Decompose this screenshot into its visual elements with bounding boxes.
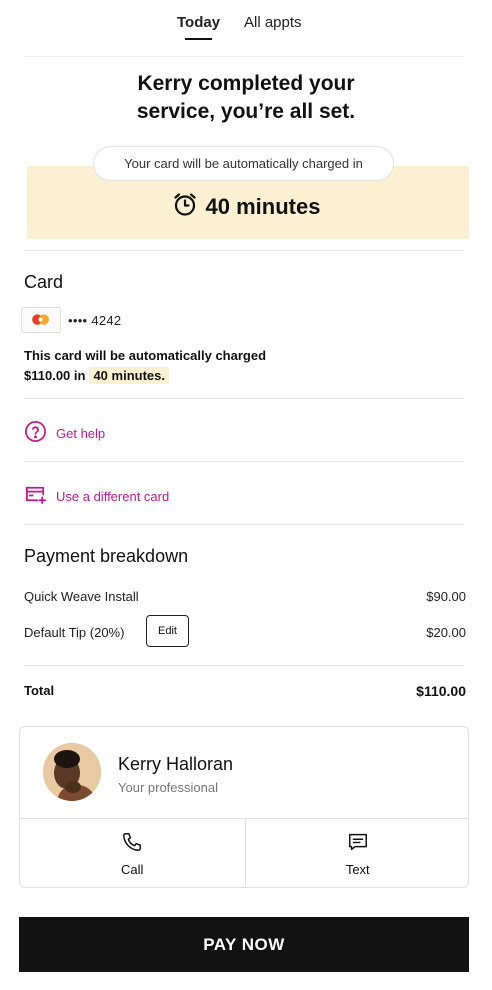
professional-actions: Call Text [20, 818, 469, 887]
call-label: Call [121, 862, 144, 877]
use-different-card-label: Use a different card [56, 488, 170, 504]
card-number: •••• 4242 [68, 313, 122, 328]
auto-charge-pill: Your card will be automatically charged … [93, 146, 394, 181]
edit-tip-button[interactable]: Edit [146, 615, 189, 647]
divider [24, 524, 464, 525]
pay-now-button[interactable]: PAY NOW [19, 917, 469, 972]
text-label: Text [345, 862, 370, 877]
top-tabs: Today All appts [0, 0, 492, 56]
text-button[interactable]: Text [244, 819, 469, 887]
message-icon [347, 831, 369, 856]
total-row: Total $110.00 [24, 681, 466, 701]
charge-note-amount: $110.00 in 40 minutes. [24, 366, 169, 386]
get-help-label: Get help [56, 425, 106, 441]
divider [24, 56, 464, 57]
professional-name: Kerry Halloran [118, 754, 234, 774]
divider [24, 461, 464, 462]
active-tab-indicator [185, 38, 212, 40]
avatar [43, 743, 101, 801]
tab-all-appts[interactable]: All appts [244, 14, 302, 31]
completion-headline: Kerry completed your service, you’re all… [0, 70, 492, 126]
alarm-clock-icon [172, 191, 198, 223]
line-item: Default Tip (20%) Edit $20.00 [24, 615, 466, 647]
line-item-label: Default Tip (20%) [24, 625, 125, 640]
charge-time-highlight: 40 minutes. [89, 367, 169, 384]
line-item-label: Quick Weave Install [24, 589, 139, 604]
total-label: Total [24, 683, 55, 698]
charge-countdown: 40 minutes [0, 191, 492, 221]
payment-breakdown-title: Payment breakdown [24, 546, 189, 566]
headline-line-2: service, you’re all set. [136, 100, 356, 123]
use-different-card-link[interactable]: Use a different card [24, 483, 169, 509]
headline-line-1: Kerry completed your [137, 72, 355, 95]
phone-icon [121, 831, 143, 856]
add-card-icon [24, 483, 47, 509]
tab-today[interactable]: Today [177, 14, 220, 31]
line-item: Quick Weave Install $90.00 [24, 587, 466, 607]
professional-role: Your professional [118, 780, 218, 795]
total-amount: $110.00 [416, 683, 466, 699]
professional-card: Kerry Halloran Your professional Call Te… [19, 726, 469, 888]
mastercard-icon [21, 307, 61, 333]
get-help-link[interactable]: Get help [24, 420, 105, 446]
help-circle-icon [24, 420, 47, 446]
divider [24, 665, 464, 666]
line-item-amount: $90.00 [426, 589, 466, 604]
charge-note: This card will be automatically charged [24, 348, 267, 363]
card-section-title: Card [24, 272, 64, 292]
line-item-amount: $20.00 [426, 625, 466, 640]
divider [24, 250, 464, 251]
call-button[interactable]: Call [20, 819, 245, 887]
divider [24, 398, 464, 399]
countdown-text: 40 minutes [205, 194, 321, 219]
charge-amount-text: $110.00 in [24, 368, 86, 383]
